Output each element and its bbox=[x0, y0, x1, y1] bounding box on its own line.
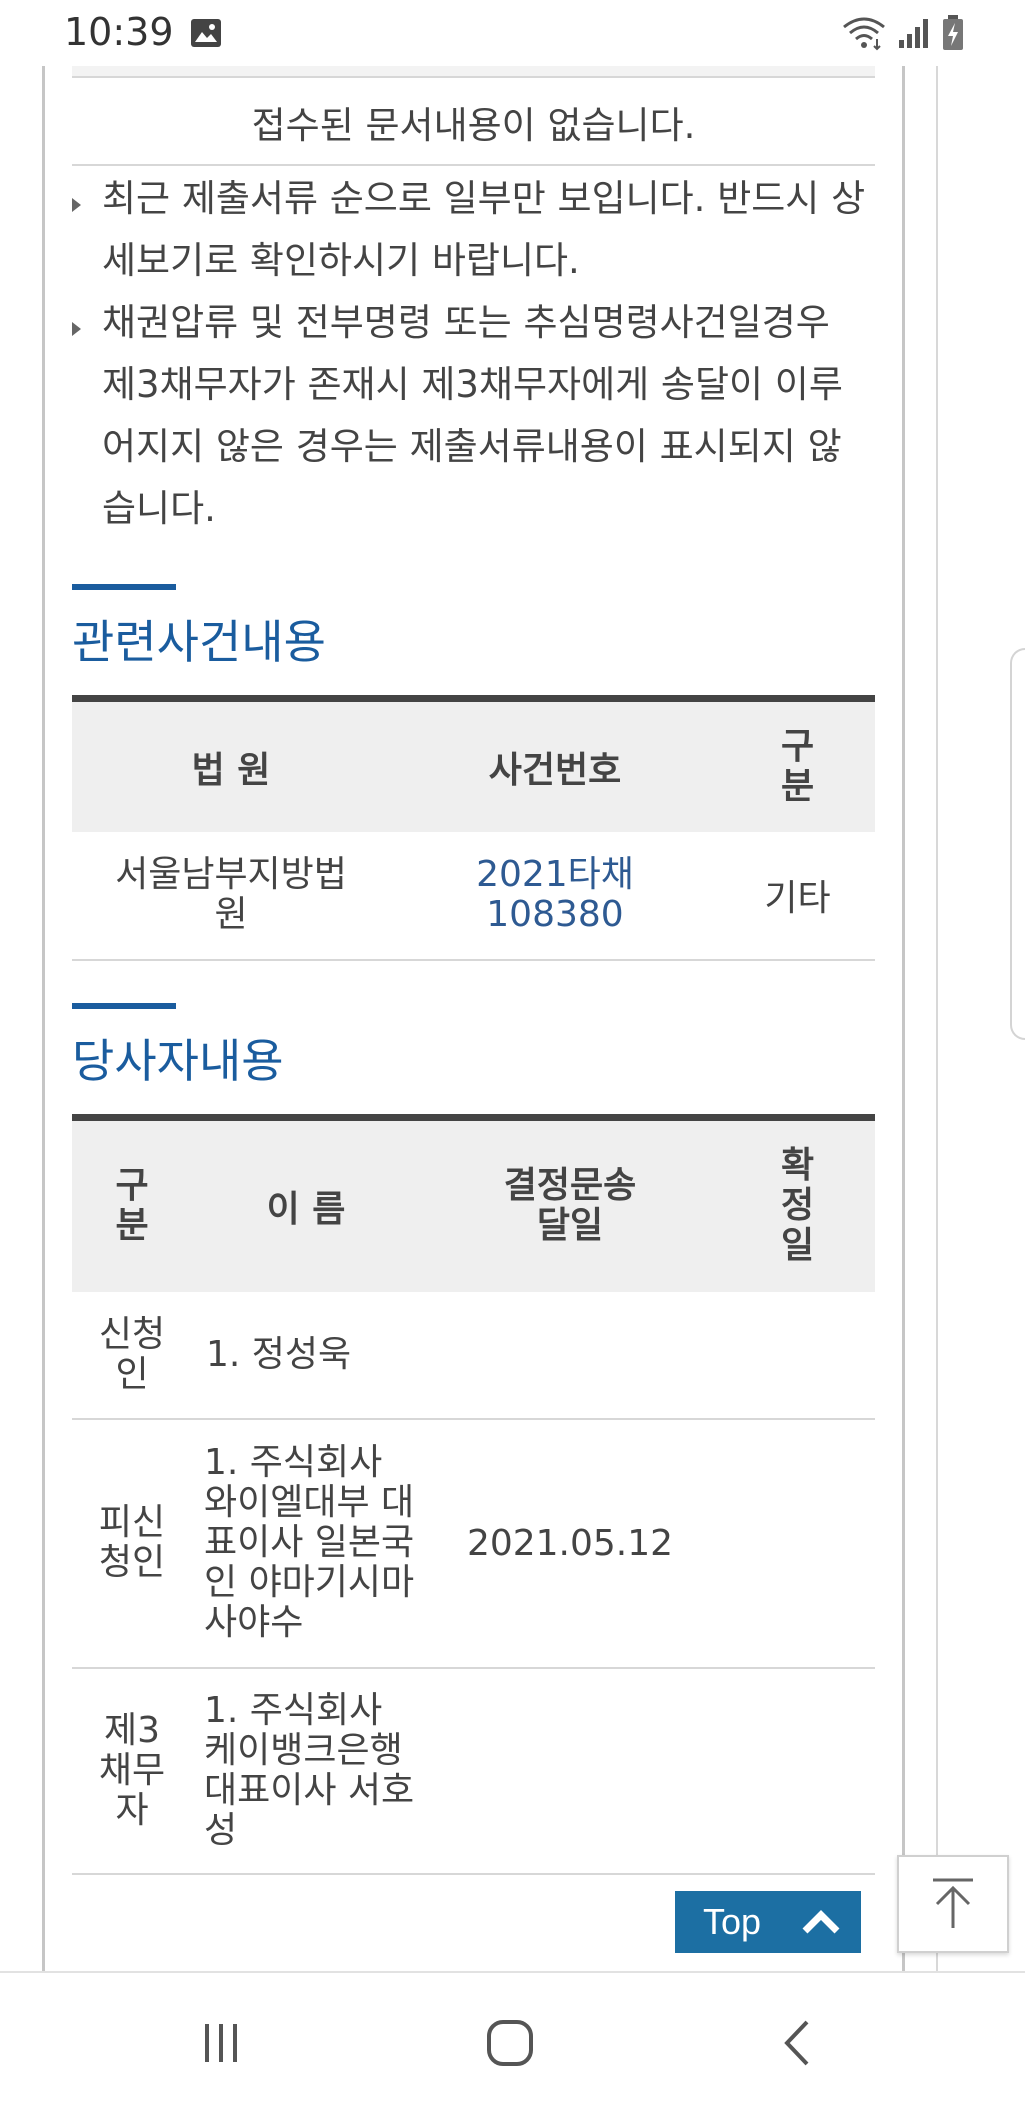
party-name: 1. 주식회사 케이뱅크은행 대표이사 서호성 bbox=[192, 1667, 420, 1875]
section-accent-bar bbox=[72, 584, 176, 590]
party-confirmed-date bbox=[720, 1291, 875, 1420]
party-name: 1. 정성욱 bbox=[192, 1291, 420, 1420]
related-cases-title: 관련사건내용 bbox=[72, 615, 326, 669]
table-header-row: 법 원 사건번호 구분 bbox=[72, 698, 875, 832]
page-frame-left bbox=[42, 66, 45, 1971]
home-icon[interactable] bbox=[480, 2013, 540, 2073]
case-number-link[interactable]: 2021타채108380 bbox=[390, 831, 720, 961]
court-cell: 서울남부지방법원 bbox=[72, 831, 390, 961]
party-served-date: 2021.05.12 bbox=[420, 1418, 720, 1669]
bullet-icon bbox=[72, 322, 81, 336]
top-button-label: Top bbox=[703, 1901, 762, 1942]
column-header-confirmed-date: 확정일 bbox=[720, 1117, 875, 1292]
page-frame-edge bbox=[936, 66, 938, 1971]
column-header-case-no: 사건번호 bbox=[390, 698, 720, 832]
column-header-role: 구분 bbox=[72, 1117, 192, 1292]
image-icon bbox=[191, 19, 221, 47]
column-header-served-date: 결정문송달일 bbox=[420, 1117, 720, 1292]
party-confirmed-date bbox=[720, 1418, 875, 1669]
empty-documents-message: 접수된 문서내용이 없습니다. bbox=[72, 80, 875, 166]
bullet-icon bbox=[72, 198, 81, 212]
parties-table: 구분 이 름 결정문송달일 확정일 신청인 1. 정성욱 피신청인 1. 주식회… bbox=[72, 1114, 875, 1875]
related-cases-table: 법 원 사건번호 구분 서울남부지방법원 2021타채108380 기타 bbox=[72, 695, 875, 961]
party-role: 신청인 bbox=[72, 1291, 192, 1420]
party-role: 제3채무자 bbox=[72, 1667, 192, 1875]
status-bar: 10:39 bbox=[0, 0, 1025, 66]
section-accent-bar bbox=[72, 1003, 176, 1009]
navigation-bar bbox=[0, 1971, 1025, 2107]
table-row: 서울남부지방법원 2021타채108380 기타 bbox=[72, 831, 875, 961]
notice-item: 최근 제출서류 순으로 일부만 보입니다. 반드시 상세보기로 확인하시기 바랍… bbox=[72, 168, 875, 292]
column-header-court: 법 원 bbox=[72, 698, 390, 832]
party-name: 1. 주식회사 와이엘대부 대표이사 일본국인 야마기시마사야수 bbox=[192, 1418, 420, 1669]
party-role: 피신청인 bbox=[72, 1418, 192, 1669]
table-header-row: 구분 이 름 결정문송달일 확정일 bbox=[72, 1117, 875, 1292]
status-icons bbox=[841, 14, 965, 52]
party-served-date bbox=[420, 1291, 720, 1420]
scroll-to-top-button[interactable] bbox=[897, 1855, 1009, 1953]
table-row: 신청인 1. 정성욱 bbox=[72, 1291, 875, 1420]
status-time: 10:39 bbox=[64, 10, 174, 54]
edge-panel-handle[interactable] bbox=[1010, 648, 1025, 1040]
notice-list: 최근 제출서류 순으로 일부만 보입니다. 반드시 상세보기로 확인하시기 바랍… bbox=[72, 168, 875, 540]
page-frame-right bbox=[902, 66, 905, 1971]
arrow-up-icon bbox=[933, 1878, 973, 1928]
table-header-strip bbox=[72, 66, 875, 78]
table-row: 피신청인 1. 주식회사 와이엘대부 대표이사 일본국인 야마기시마사야수 20… bbox=[72, 1418, 875, 1669]
recent-apps-icon[interactable] bbox=[192, 2013, 252, 2073]
column-header-name: 이 름 bbox=[192, 1117, 420, 1292]
battery-charging-icon bbox=[943, 15, 963, 50]
signal-icon bbox=[899, 19, 928, 48]
column-header-type: 구분 bbox=[720, 698, 875, 832]
table-row: 제3채무자 1. 주식회사 케이뱅크은행 대표이사 서호성 bbox=[72, 1667, 875, 1875]
case-type-cell: 기타 bbox=[720, 831, 875, 961]
notice-text: 채권압류 및 전부명령 또는 추심명령사건일경우 제3채무자가 존재시 제3채무… bbox=[102, 301, 843, 530]
notice-item: 채권압류 및 전부명령 또는 추심명령사건일경우 제3채무자가 존재시 제3채무… bbox=[72, 292, 875, 540]
parties-title: 당사자내용 bbox=[72, 1034, 284, 1088]
chevron-up-icon bbox=[802, 1910, 840, 1934]
notice-text: 최근 제출서류 순으로 일부만 보입니다. 반드시 상세보기로 확인하시기 바랍… bbox=[102, 177, 866, 282]
wifi-icon bbox=[843, 17, 885, 51]
top-button[interactable]: Top bbox=[675, 1891, 861, 1953]
party-confirmed-date bbox=[720, 1667, 875, 1875]
back-icon[interactable] bbox=[768, 2013, 828, 2073]
party-served-date bbox=[420, 1667, 720, 1875]
